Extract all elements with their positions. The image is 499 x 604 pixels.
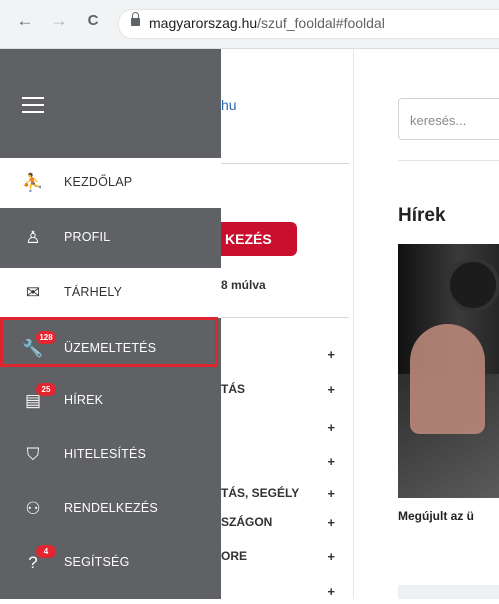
sidebar-item-label: RENDELKEZÉS xyxy=(64,501,158,515)
nav-menu-row[interactable]: TÁS + xyxy=(221,382,349,402)
sidebar-item-hírek[interactable]: ▤ 25 HÍREK xyxy=(0,376,221,426)
site-link[interactable]: hu xyxy=(221,97,237,113)
notification-badge: 4 xyxy=(36,545,56,558)
nav-menu-row[interactable]: TÁS, SEGÉLY + xyxy=(221,486,349,506)
expand-plus-icon[interactable]: + xyxy=(327,486,335,501)
hamburger-menu-icon[interactable] xyxy=(22,97,44,113)
forward-icon[interactable]: → xyxy=(48,10,70,32)
news-heading: Hírek xyxy=(398,205,446,226)
expand-plus-icon[interactable]: + xyxy=(327,420,335,435)
nav-menu-row-label: TÁS, SEGÉLY xyxy=(221,486,300,500)
news-caption[interactable]: Megújult az ü xyxy=(398,509,499,523)
sidebar-item-label: TÁRHELY xyxy=(64,285,123,299)
nav-menu-row[interactable]: ORE + xyxy=(221,549,349,569)
column-divider xyxy=(353,49,354,599)
sidebar-item-label: HITELESÍTÉS xyxy=(64,447,147,461)
expand-plus-icon[interactable]: + xyxy=(327,382,335,397)
nav-menu-row-label: TÁS xyxy=(221,382,245,396)
url-domain: magyarorszag.hu xyxy=(149,15,258,31)
nav-menu-row[interactable]: + xyxy=(221,347,349,367)
envelope-icon: ✉ xyxy=(25,283,41,302)
session-timer-text: 8 múlva xyxy=(221,278,266,292)
notification-badge: 25 xyxy=(36,383,56,396)
shield-icon: ⛉ xyxy=(26,445,40,464)
sidebar-item-profil[interactable]: ♙ PROFIL xyxy=(0,213,221,263)
user-add-icon: ⚇ xyxy=(25,499,41,518)
divider xyxy=(221,163,349,164)
nav-menu-row[interactable]: + xyxy=(221,584,349,604)
expand-plus-icon[interactable]: + xyxy=(327,584,335,599)
url-text: magyarorszag.hu/szuf_fooldal#fooldal xyxy=(149,15,385,31)
expand-plus-icon[interactable]: + xyxy=(327,549,335,564)
url-path: /szuf_fooldal#fooldal xyxy=(257,15,385,31)
sidebar-item-label: SEGÍTSÉG xyxy=(64,555,130,569)
nav-menu-row-label: ORE xyxy=(221,549,248,563)
sidebar-item-label: HÍREK xyxy=(64,393,104,407)
sidebar-item-label: PROFIL xyxy=(64,230,111,244)
divider xyxy=(221,317,349,318)
sidebar-item-kezdőlap[interactable]: ⛹ KEZDŐLAP xyxy=(0,158,221,208)
login-button[interactable]: KEZÉS xyxy=(221,222,297,256)
sidebar-item-hitelesítés[interactable]: ⛉ HITELESÍTÉS xyxy=(0,430,221,480)
newspaper-icon: ▤ 25 xyxy=(22,383,56,412)
highlight-outline xyxy=(0,317,218,367)
sidebar-item-tárhely[interactable]: ✉ TÁRHELY xyxy=(0,268,221,318)
reload-icon[interactable]: C xyxy=(82,10,104,32)
home-figure-icon: ⛹ xyxy=(22,173,44,192)
page-left-column: hu KEZÉS 8 múlva + TÁS + + + TÁS, SEGÉLY + SZÁG… xyxy=(221,49,353,599)
user-icon: ♙ xyxy=(25,228,41,247)
clock-shape xyxy=(446,258,499,312)
news-image[interactable] xyxy=(398,244,499,498)
back-icon[interactable]: ← xyxy=(14,10,36,32)
divider xyxy=(398,160,499,161)
search-box[interactable] xyxy=(398,98,499,141)
hand-shape xyxy=(410,324,485,434)
sidebar-item-rendelkezés[interactable]: ⚇ RENDELKEZÉS xyxy=(0,484,221,534)
next-news-thumbnail[interactable] xyxy=(398,585,499,599)
address-bar[interactable]: magyarorszag.hu/szuf_fooldal#fooldal xyxy=(118,9,499,39)
browser-toolbar: ← → C magyarorszag.hu/szuf_fooldal#foold… xyxy=(0,0,499,49)
sidebar-menu: ⛹ KEZDŐLAP ♙ PROFIL ✉ TÁRHELY 🔧 128 ÜZEMELTETÉS ▤… xyxy=(0,49,221,599)
expand-plus-icon[interactable]: + xyxy=(327,347,335,362)
nav-menu-row-label: SZÁGON xyxy=(221,515,273,529)
nav-menu-row[interactable]: SZÁGON + xyxy=(221,515,349,535)
expand-plus-icon[interactable]: + xyxy=(327,515,335,530)
lock-icon xyxy=(131,12,140,26)
help-icon: ? 4 xyxy=(22,545,56,574)
search-input[interactable] xyxy=(408,99,499,141)
nav-menu-row[interactable]: + xyxy=(221,420,349,440)
sidebar-item-label: KEZDŐLAP xyxy=(64,175,133,189)
sidebar-item-segítség[interactable]: ? 4 SEGÍTSÉG xyxy=(0,538,221,588)
nav-menu-row[interactable]: + xyxy=(221,454,349,474)
expand-plus-icon[interactable]: + xyxy=(327,454,335,469)
